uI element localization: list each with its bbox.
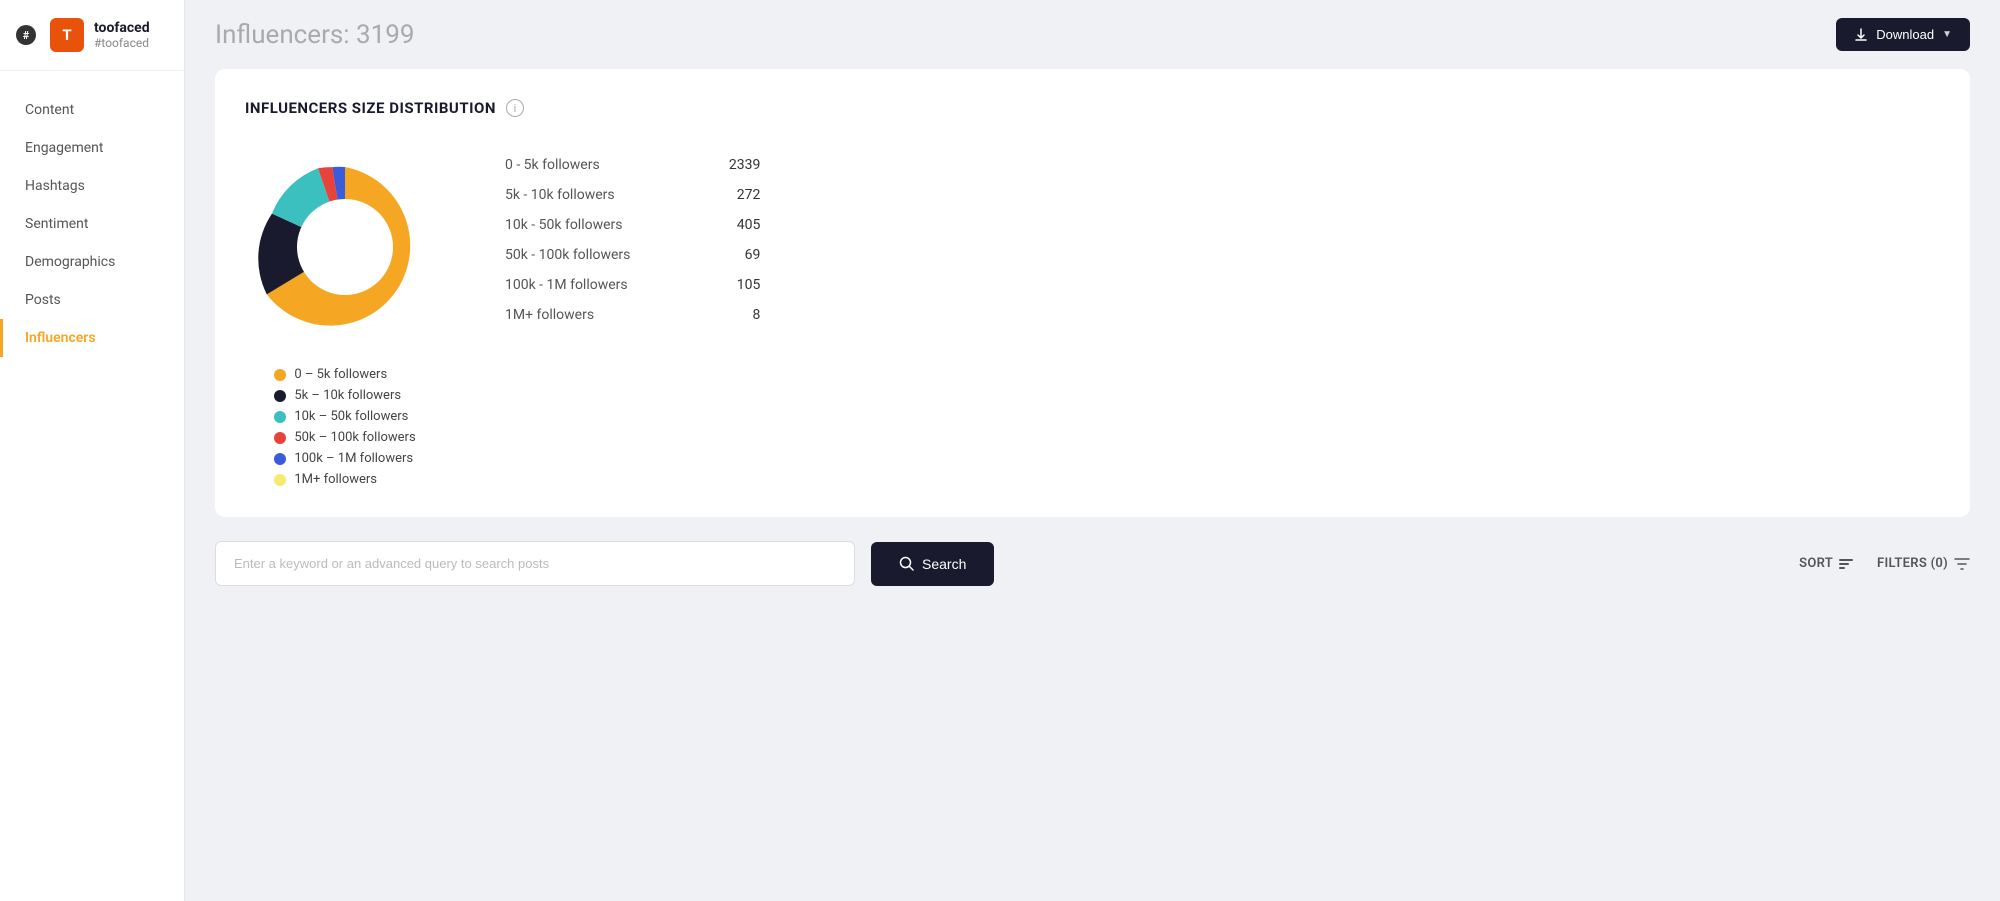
legend-dot-10k-50k bbox=[274, 411, 286, 423]
sidebar-item-sentiment[interactable]: Sentiment bbox=[0, 205, 184, 243]
brand-name: toofaced bbox=[94, 20, 150, 36]
content-area: INFLUENCERS SIZE DISTRIBUTION i bbox=[185, 69, 2000, 901]
brand-handle: #toofaced bbox=[94, 36, 150, 50]
sort-button[interactable]: SORT bbox=[1799, 556, 1853, 571]
legend-label-5k-10k: 5k – 10k followers bbox=[294, 388, 401, 403]
brand-section: # T toofaced #toofaced bbox=[0, 0, 184, 71]
brand-info: toofaced #toofaced bbox=[94, 20, 150, 50]
legend-dot-0-5k bbox=[274, 369, 286, 381]
legend-dot-50k-100k bbox=[274, 432, 286, 444]
stats-value-3: 69 bbox=[710, 247, 760, 263]
stats-label-0: 0 - 5k followers bbox=[505, 157, 600, 173]
chart-content: 0 – 5k followers 5k – 10k followers 10k … bbox=[245, 147, 1940, 487]
stats-row-5: 1M+ followers 8 bbox=[505, 307, 760, 323]
chevron-down-icon: ▼ bbox=[1942, 29, 1952, 40]
donut-chart bbox=[245, 147, 445, 347]
search-input[interactable] bbox=[215, 541, 855, 586]
legend-label-1m+: 1M+ followers bbox=[294, 472, 377, 487]
stats-value-2: 405 bbox=[710, 217, 760, 233]
legend-dot-1m+ bbox=[274, 474, 286, 486]
filters-button[interactable]: FILTERS (0) bbox=[1877, 556, 1970, 572]
search-input-wrap bbox=[215, 541, 855, 586]
legend-item-0-5k: 0 – 5k followers bbox=[274, 367, 415, 382]
stats-label-1: 5k - 10k followers bbox=[505, 187, 615, 203]
search-button[interactable]: Search bbox=[871, 542, 994, 586]
sidebar-item-hashtags[interactable]: Hashtags bbox=[0, 167, 184, 205]
info-icon[interactable]: i bbox=[506, 99, 524, 117]
stats-label-4: 100k - 1M followers bbox=[505, 277, 628, 293]
card-title: INFLUENCERS SIZE DISTRIBUTION bbox=[245, 99, 496, 117]
stats-value-5: 8 bbox=[710, 307, 760, 323]
stats-label-5: 1M+ followers bbox=[505, 307, 594, 323]
legend-item-100k-1m: 100k – 1M followers bbox=[274, 451, 415, 466]
search-icon bbox=[899, 556, 914, 571]
stats-row-4: 100k - 1M followers 105 bbox=[505, 277, 760, 293]
chart-left: 0 – 5k followers 5k – 10k followers 10k … bbox=[245, 147, 445, 487]
stats-table: 0 - 5k followers 2339 5k - 10k followers… bbox=[505, 157, 760, 323]
stats-row-0: 0 - 5k followers 2339 bbox=[505, 157, 760, 173]
legend-dot-5k-10k bbox=[274, 390, 286, 402]
legend-label-10k-50k: 10k – 50k followers bbox=[294, 409, 408, 424]
legend-item-1m+: 1M+ followers bbox=[274, 472, 415, 487]
stats-label-2: 10k - 50k followers bbox=[505, 217, 623, 233]
legend-label-50k-100k: 50k – 100k followers bbox=[294, 430, 415, 445]
legend-label-0-5k: 0 – 5k followers bbox=[294, 367, 387, 382]
page-header: Influencers: 3199 Download ▼ bbox=[185, 0, 2000, 69]
stats-value-4: 105 bbox=[710, 277, 760, 293]
stats-row-3: 50k - 100k followers 69 bbox=[505, 247, 760, 263]
stats-row-1: 5k - 10k followers 272 bbox=[505, 187, 760, 203]
chart-legend: 0 – 5k followers 5k – 10k followers 10k … bbox=[274, 367, 415, 487]
sidebar-item-engagement[interactable]: Engagement bbox=[0, 129, 184, 167]
stats-value-1: 272 bbox=[710, 187, 760, 203]
stats-label-3: 50k - 100k followers bbox=[505, 247, 630, 263]
chart-card: INFLUENCERS SIZE DISTRIBUTION i bbox=[215, 69, 1970, 517]
nav-menu: Content Engagement Hashtags Sentiment De… bbox=[0, 71, 184, 377]
sidebar: # T toofaced #toofaced Content Engagemen… bbox=[0, 0, 185, 901]
donut-hole bbox=[297, 199, 393, 295]
card-title-row: INFLUENCERS SIZE DISTRIBUTION i bbox=[245, 99, 1940, 117]
legend-dot-100k-1m bbox=[274, 453, 286, 465]
sidebar-item-content[interactable]: Content bbox=[0, 91, 184, 129]
sort-icon bbox=[1839, 559, 1853, 569]
sidebar-item-demographics[interactable]: Demographics bbox=[0, 243, 184, 281]
legend-item-50k-100k: 50k – 100k followers bbox=[274, 430, 415, 445]
legend-label-100k-1m: 100k – 1M followers bbox=[294, 451, 413, 466]
legend-item-5k-10k: 5k – 10k followers bbox=[274, 388, 415, 403]
sidebar-item-posts[interactable]: Posts bbox=[0, 281, 184, 319]
sort-filters: SORT FILTERS (0) bbox=[1799, 556, 1970, 572]
search-bar-container: Search SORT FILTERS (0) bbox=[215, 541, 1970, 586]
download-icon bbox=[1854, 28, 1868, 42]
brand-avatar: T bbox=[50, 18, 84, 52]
hashtag-icon: # bbox=[16, 25, 36, 45]
stats-value-0: 2339 bbox=[710, 157, 760, 173]
filter-icon bbox=[1954, 556, 1970, 572]
legend-item-10k-50k: 10k – 50k followers bbox=[274, 409, 415, 424]
download-button[interactable]: Download ▼ bbox=[1836, 18, 1970, 51]
page-title: Influencers: 3199 bbox=[215, 20, 415, 50]
sidebar-item-influencers[interactable]: Influencers bbox=[0, 319, 184, 357]
stats-row-2: 10k - 50k followers 405 bbox=[505, 217, 760, 233]
main-content: Influencers: 3199 Download ▼ INFLUENCERS… bbox=[185, 0, 2000, 901]
